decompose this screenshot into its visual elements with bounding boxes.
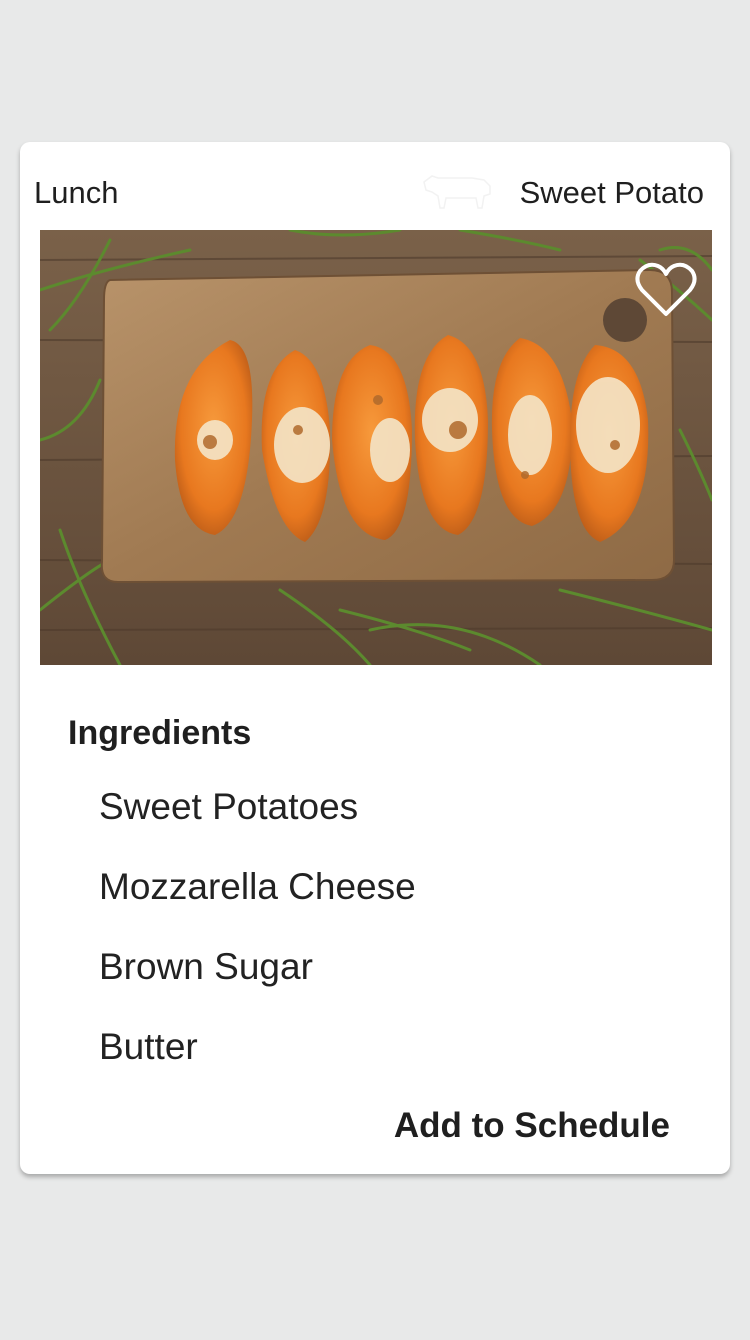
recipe-photo[interactable] [40, 230, 712, 665]
ingredient-item: Brown Sugar [99, 946, 313, 987]
heart-outline-icon[interactable] [634, 260, 698, 320]
ingredients-list: Sweet Potatoes Mozzarella Cheese Brown S… [99, 782, 416, 1102]
ingredient-item: Butter [99, 1026, 198, 1067]
ingredient-item: Mozzarella Cheese [99, 866, 416, 907]
recipe-card[interactable]: Lunch Sweet Potato Ingredients Sweet Pot… [20, 142, 730, 1174]
ingredient-item: Sweet Potatoes [99, 786, 359, 827]
meal-label: Lunch [34, 175, 119, 210]
ingredients-heading: Ingredients [68, 714, 252, 752]
card-header: Lunch Sweet Potato [20, 142, 730, 230]
cow-icon [423, 175, 491, 209]
recipe-title: Sweet Potato [519, 175, 704, 210]
add-to-schedule-button[interactable]: Add to Schedule [394, 1106, 670, 1146]
sweet-potato-image [40, 230, 712, 665]
